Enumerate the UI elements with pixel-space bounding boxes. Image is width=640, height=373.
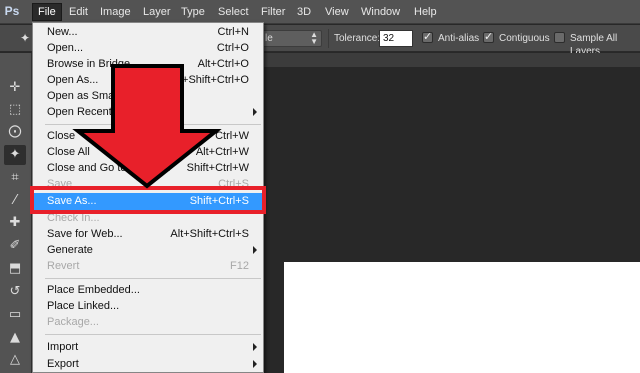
menu-help[interactable]: Help [409,4,442,20]
menu-item-label: Open Recent [47,106,112,118]
menu-item-shortcut: Ctrl+O [216,42,249,54]
menu-select[interactable]: Select [213,4,254,20]
menu-item-package: Package... [34,314,262,331]
menu-item-shortcut: Shift+Ctrl+W [186,162,249,174]
submenu-arrow-icon [253,108,257,116]
contiguous-label: Contiguous [499,33,550,44]
menu-item-label: New... [47,26,78,38]
menu-image[interactable]: Image [95,4,136,20]
menu-item-close-and-go-to-bridge[interactable]: Close and Go to Bridge... Shift+Ctrl+W [34,160,262,177]
menu-edit[interactable]: Edit [64,4,93,20]
menu-3d[interactable]: 3D [292,4,316,20]
healing-brush-tool-icon[interactable]: ✚ [4,213,26,233]
menu-item-label: Open as Smart Object... [47,90,165,102]
menu-item-label: Package... [47,316,99,328]
menu-item-label: Import [47,341,79,353]
menu-item-label: Open... [47,42,84,54]
menu-item-label: Close and Go to Bridge... [47,162,171,174]
magic-wand-tool-icon[interactable]: ✦ [4,145,26,165]
brush-tool-icon[interactable]: ✐ [4,236,26,256]
menu-separator [45,334,261,335]
tolerance-label: Tolerance: [334,33,381,44]
menu-item-place-embedded[interactable]: Place Embedded... [34,282,262,299]
anti-alias-label: Anti-alias [438,33,480,44]
menu-item-new[interactable]: New... Ctrl+N [34,24,262,41]
updown-arrows-icon: ▲ ▼ [310,30,318,46]
sample-size-select[interactable]: le ▲ ▼ [260,30,322,47]
submenu-arrow-icon [253,343,257,351]
menu-item-label: Close All [47,146,90,158]
menu-item-shortcut: Alt+Ctrl+W [195,146,249,158]
menu-layer[interactable]: Layer [138,4,176,20]
menu-type[interactable]: Type [176,4,210,20]
menu-item-generate[interactable]: Generate [34,242,262,259]
photoshop-logo: Ps [4,4,20,18]
contiguous-checkbox[interactable] [483,30,494,43]
menu-item-browse-in-bridge[interactable]: Browse in Bridge... Alt+Ctrl+O [34,56,262,73]
menu-item-label: Close [47,130,76,142]
menu-item-label: Revert [47,260,80,272]
marquee-tool-icon[interactable]: ⬚ [4,100,26,120]
document-canvas[interactable] [284,262,640,373]
menu-item-shortcut: Alt+Ctrl+O [197,58,249,70]
menu-item-label: Place Linked... [47,300,120,312]
menu-item-shortcut: Alt+Shift+Ctrl+S [170,228,249,240]
menu-item-place-linked[interactable]: Place Linked... [34,298,262,315]
eraser-tool-icon[interactable]: ▭ [4,305,26,325]
clone-stamp-tool-icon[interactable]: ⬒ [4,259,26,279]
menu-item-label: Generate [47,244,93,256]
paint-bucket-tool-icon[interactable]: ▲ [4,328,26,348]
tolerance-input[interactable]: 32 [379,30,413,47]
menu-item-label: Export [47,358,79,370]
menu-bar: Ps File Edit Image Layer Type Select Fil… [0,0,640,24]
annotation-highlight-box [30,186,266,214]
menu-item-shortcut: Alt+Shift+Ctrl+O [169,74,249,86]
history-brush-tool-icon[interactable]: ↺ [4,282,26,302]
submenu-arrow-icon [253,246,257,254]
menu-view[interactable]: View [320,4,354,20]
menu-item-save-for-web[interactable]: Save for Web... Alt+Shift+Ctrl+S [34,226,262,243]
sample-all-layers-checkbox[interactable] [554,32,565,43]
lasso-tool-icon[interactable]: ⨀ [4,122,26,142]
menu-item-open-recent[interactable]: Open Recent [34,104,262,121]
blur-tool-icon[interactable]: △ [4,350,26,370]
menu-item-label: Save for Web... [47,228,123,240]
move-tool-icon[interactable]: ✛ [4,78,26,98]
menu-item-shortcut: F12 [230,260,249,272]
menu-separator [45,124,261,125]
menu-item-close-all[interactable]: Close All Alt+Ctrl+W [34,144,262,161]
sample-size-value: le [265,33,273,44]
submenu-arrow-icon [253,360,257,368]
anti-alias-checkbox[interactable] [422,30,433,43]
menu-separator [45,278,261,279]
menu-item-import[interactable]: Import [34,339,262,356]
tools-panel: ✛ ⬚ ⨀ ✦ ⌗ ⁄ ✚ ✐ ⬒ ↺ ▭ ▲ △ [0,53,32,373]
menu-item-label: Place Embedded... [47,284,140,296]
menu-item-close[interactable]: Close Ctrl+W [34,128,262,145]
crop-tool-icon[interactable]: ⌗ [4,168,26,188]
menu-item-label: Browse in Bridge... [47,58,140,70]
menu-filter[interactable]: Filter [256,4,290,20]
eyedropper-tool-icon[interactable]: ⁄ [4,191,26,211]
menu-item-open-as[interactable]: Open As... Alt+Shift+Ctrl+O [34,72,262,89]
menu-item-shortcut: Ctrl+W [215,130,249,142]
menu-item-label: Open As... [47,74,99,86]
menu-item-open-as-smart-object[interactable]: Open as Smart Object... [34,88,262,105]
menu-item-open[interactable]: Open... Ctrl+O [34,40,262,57]
menu-item-shortcut: Ctrl+N [217,26,249,38]
menu-window[interactable]: Window [356,4,405,20]
menu-file[interactable]: File [32,3,62,21]
menu-item-export[interactable]: Export [34,356,262,373]
options-divider [328,29,329,48]
menu-item-revert: Revert F12 [34,258,262,275]
